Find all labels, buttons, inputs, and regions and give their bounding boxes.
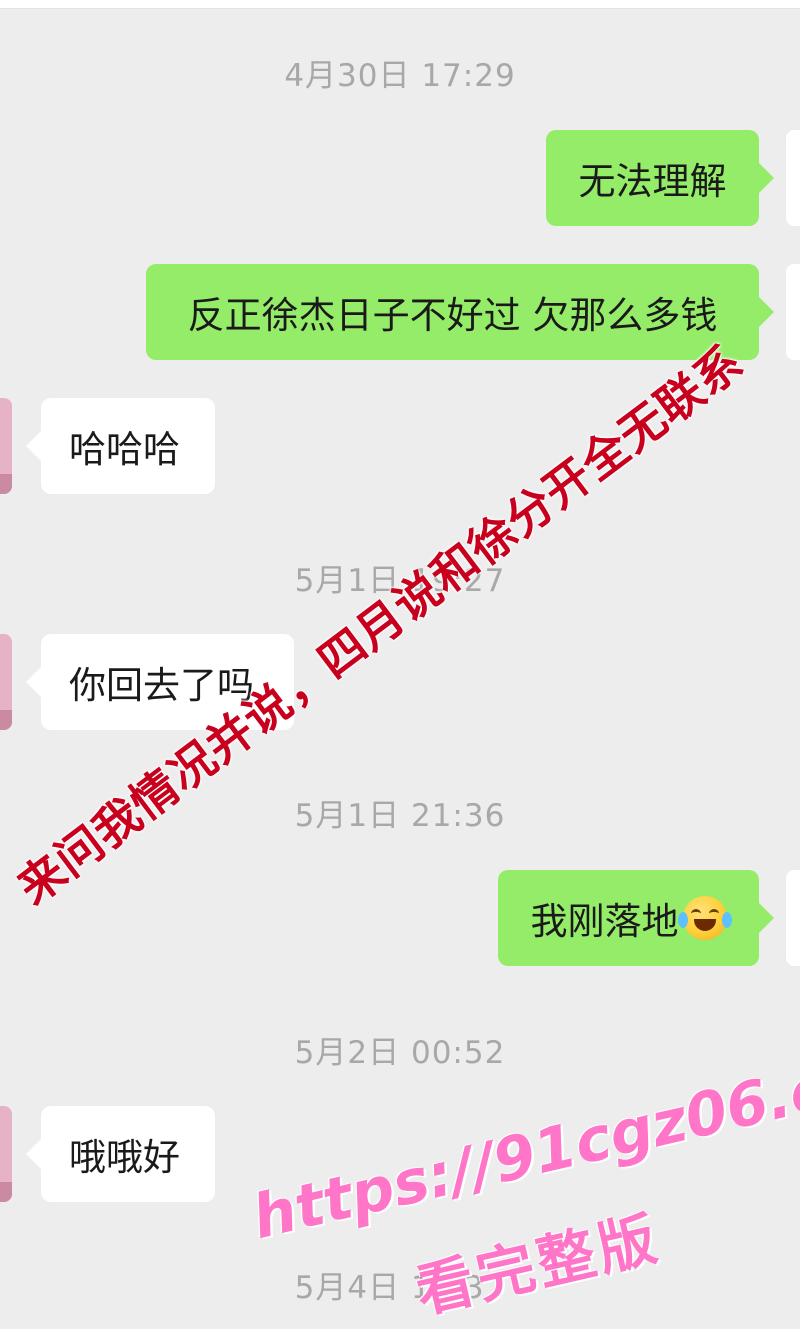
message-text: 反正徐杰日子不好过 欠那么多钱 bbox=[187, 294, 718, 337]
face-with-tears-of-joy-icon bbox=[677, 896, 732, 940]
message-bubble-received[interactable]: 哦哦好 bbox=[26, 1106, 215, 1202]
avatar[interactable] bbox=[786, 264, 800, 360]
avatar[interactable] bbox=[786, 870, 800, 966]
message-text: 我刚落地 bbox=[530, 900, 679, 943]
message-bubble-sent[interactable]: 无法理解 bbox=[546, 130, 774, 226]
avatar[interactable] bbox=[0, 634, 12, 730]
timestamp: 5月4日 19:37 bbox=[294, 1270, 506, 1306]
timestamp: 5月2日 00:52 bbox=[294, 1035, 506, 1071]
cta-watermark: 看完整版 bbox=[409, 1203, 667, 1327]
message-text: 无法理解 bbox=[578, 160, 727, 203]
avatar[interactable] bbox=[0, 398, 12, 494]
avatar[interactable] bbox=[0, 1106, 12, 1202]
message-text: 哦哦好 bbox=[69, 1136, 180, 1179]
top-divider bbox=[0, 0, 800, 9]
message-bubble-sent[interactable]: 反正徐杰日子不好过 欠那么多钱 bbox=[146, 264, 774, 360]
message-text: 哈哈哈 bbox=[69, 428, 180, 471]
avatar[interactable] bbox=[786, 130, 800, 226]
timestamp: 4月30日 17:29 bbox=[284, 58, 516, 94]
message-bubble-received[interactable]: 哈哈哈 bbox=[26, 398, 215, 494]
message-bubble-sent[interactable]: 我刚落地 bbox=[498, 870, 774, 966]
